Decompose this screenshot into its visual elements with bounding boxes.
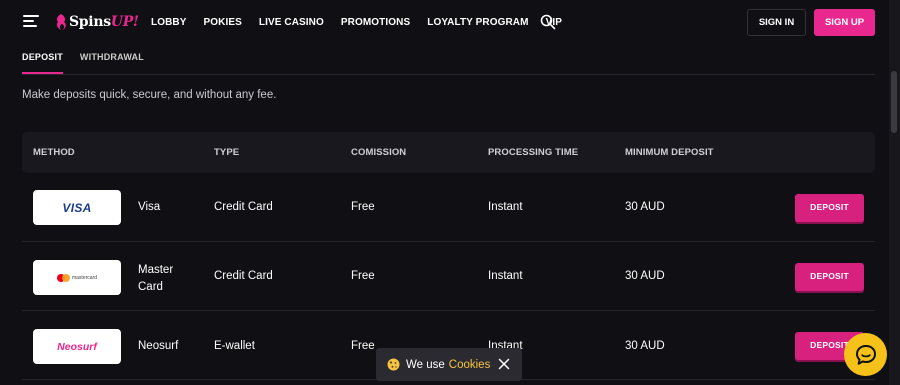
method-name-line-2: Card	[138, 281, 163, 293]
method-name-line-1: Master	[138, 264, 174, 276]
visa-logo: VISA	[33, 190, 121, 225]
method-type: Credit Card	[214, 270, 273, 282]
column-header-method: METHOD	[33, 147, 75, 158]
mastercard-logo: mastercard	[33, 260, 121, 295]
logo-text: Spins	[69, 14, 111, 30]
method-processing-time: Instant	[488, 270, 523, 282]
cookie-icon	[387, 358, 400, 371]
payment-tabs: DEPOSIT WITHDRAWAL	[22, 52, 161, 74]
mastercard-orange-circle-icon	[61, 273, 70, 282]
hamburger-icon[interactable]	[23, 15, 39, 28]
column-header-type: TYPE	[214, 147, 240, 158]
chat-button[interactable]	[844, 333, 887, 376]
tab-deposit[interactable]: DEPOSIT	[22, 52, 63, 74]
logo[interactable]: SpinsUP!	[54, 11, 139, 33]
column-header-minimum-deposit: MINIMUM DEPOSIT	[625, 147, 714, 158]
mastercard-logo-text: mastercard	[71, 274, 97, 281]
visa-logo-text: VISA	[62, 200, 92, 215]
method-commission: Free	[351, 201, 375, 213]
method-commission: Free	[351, 340, 375, 352]
column-header-commission: COMISSION	[351, 147, 407, 158]
neosurf-logo-text: Neosurf	[57, 340, 97, 353]
method-processing-time: Instant	[488, 201, 523, 213]
nav-promotions[interactable]: PROMOTIONS	[341, 17, 410, 28]
logo-mark-icon	[54, 13, 68, 31]
table-row: mastercard Master Card Credit Card Free …	[22, 242, 875, 311]
logo-accent: UP!	[110, 14, 139, 30]
intro-text: Make deposits quick, secure, and without…	[22, 89, 277, 101]
scrollbar-track[interactable]	[889, 0, 900, 385]
method-minimum-deposit: 30 AUD	[625, 340, 665, 352]
deposit-button[interactable]: DEPOSIT	[795, 263, 864, 291]
tab-withdrawal[interactable]: WITHDRAWAL	[80, 52, 144, 74]
sign-in-button[interactable]: SIGN IN	[747, 9, 806, 36]
sign-up-button[interactable]: SIGN UP	[814, 9, 875, 36]
method-type: Credit Card	[214, 201, 273, 213]
scrollbar-thumb[interactable]	[891, 71, 897, 133]
main-nav: LOBBY POKIES LIVE CASINO PROMOTIONS LOYA…	[151, 17, 579, 28]
neosurf-logo: Neosurf	[33, 329, 121, 364]
method-name: Master Card	[138, 262, 173, 296]
deposit-button[interactable]: DEPOSIT	[795, 194, 864, 222]
header: SpinsUP! LOBBY POKIES LIVE CASINO PROMOT…	[0, 0, 900, 45]
nav-live-casino[interactable]: LIVE CASINO	[259, 17, 324, 28]
nav-lobby[interactable]: LOBBY	[151, 17, 187, 28]
chat-icon	[855, 344, 876, 365]
method-name: Visa	[138, 201, 161, 213]
table-header: METHOD TYPE COMISSION PROCESSING TIME MI…	[22, 132, 875, 173]
column-header-processing-time: PROCESSING TIME	[488, 147, 579, 158]
method-name: Neosurf	[138, 340, 179, 352]
search-icon[interactable]	[540, 14, 556, 30]
nav-loyalty-program[interactable]: LOYALTY PROGRAM	[427, 17, 528, 28]
method-type: E-wallet	[214, 340, 255, 352]
method-minimum-deposit: 30 AUD	[625, 270, 665, 282]
table-row: VISA Visa Credit Card Free Instant 30 AU…	[22, 173, 875, 242]
cookie-text: We use	[406, 358, 445, 371]
tabs-divider	[22, 74, 875, 75]
cookie-link[interactable]: Cookies	[449, 359, 491, 371]
cookie-banner: We use Cookies	[376, 348, 522, 381]
method-minimum-deposit: 30 AUD	[625, 201, 665, 213]
method-commission: Free	[351, 270, 375, 282]
close-icon[interactable]	[498, 358, 510, 370]
nav-pokies[interactable]: POKIES	[204, 17, 242, 28]
